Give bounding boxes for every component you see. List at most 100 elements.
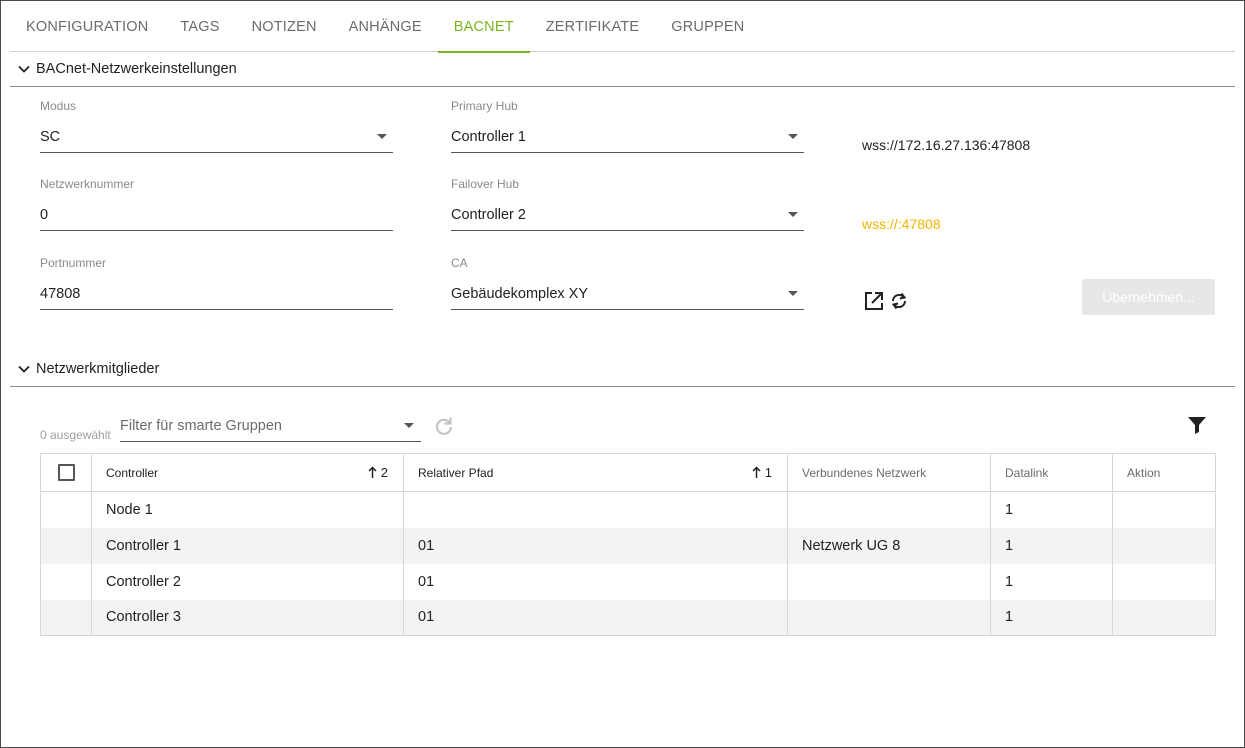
primary-hub-label: Primary Hub [451, 99, 518, 113]
ca-select[interactable]: Gebäudekomplex XY [451, 286, 804, 310]
sort-up-arrow-icon [368, 466, 377, 478]
netzwerknummer-label: Netzwerknummer [40, 177, 135, 191]
relative-path-cell: 01 [403, 599, 788, 636]
relative-path-cell: 01 [403, 527, 788, 564]
controller-cell: Node 1 [91, 491, 404, 528]
primary-hub-url: wss://172.16.27.136:47808 [862, 137, 1031, 153]
modus-select[interactable]: SC [40, 129, 393, 153]
table-row[interactable]: Controller 3 01 1 [40, 599, 1216, 636]
modus-value: SC [40, 129, 61, 145]
netzwerknummer-value: 0 [40, 207, 49, 223]
filter-icon[interactable] [1186, 414, 1208, 436]
column-connected-network[interactable]: Verbundenes Netzwerk [787, 453, 991, 492]
column-connected-network-label: Verbundenes Netzwerk [802, 465, 927, 480]
members-header[interactable]: Netzwerkmitglieder [10, 352, 1235, 387]
primary-hub-value: Controller 1 [451, 129, 526, 145]
tab-zertifikate[interactable]: ZERTIFIKATE [530, 0, 656, 52]
portnummer-field: Portnummer 47808 [40, 256, 393, 310]
members-title: Netzwerkmitglieder [36, 361, 160, 377]
controller-cell: Controller 3 [91, 599, 404, 636]
row-select-cell[interactable] [40, 491, 92, 528]
connected-network-cell [787, 563, 991, 600]
sort-indicator: 2 [368, 465, 388, 480]
ca-field: CA Gebäudekomplex XY [451, 256, 804, 310]
action-cell [1112, 563, 1216, 600]
table-row[interactable]: Controller 2 01 1 [40, 563, 1216, 600]
smart-group-filter-placeholder: Filter für smarte Gruppen [120, 418, 282, 434]
column-action: Aktion [1112, 453, 1216, 492]
primary-hub-field: Primary Hub Controller 1 [451, 99, 804, 153]
tab-tags[interactable]: TAGS [164, 0, 235, 52]
dropdown-arrow-icon [788, 212, 798, 217]
modus-label: Modus [40, 99, 77, 113]
column-relative-path-label: Relativer Pfad [418, 465, 494, 480]
row-select-cell[interactable] [40, 599, 92, 636]
refresh-icon[interactable] [433, 415, 455, 437]
sort-indicator: 1 [752, 465, 772, 480]
connected-network-cell [787, 599, 991, 636]
relative-path-cell [403, 491, 788, 528]
apply-button[interactable]: Übernehmen... [1082, 279, 1215, 315]
netzwerknummer-input[interactable]: 0 [40, 207, 393, 231]
column-action-label: Aktion [1127, 465, 1161, 480]
chevron-down-icon [13, 359, 35, 379]
failover-hub-label: Failover Hub [451, 177, 520, 191]
failover-hub-select[interactable]: Controller 2 [451, 207, 804, 231]
tab-notizen[interactable]: NOTIZEN [236, 0, 333, 52]
dropdown-arrow-icon [788, 291, 798, 296]
portnummer-label: Portnummer [40, 256, 107, 270]
ca-label: CA [451, 256, 468, 270]
controller-cell: Controller 2 [91, 563, 404, 600]
ca-value: Gebäudekomplex XY [451, 286, 589, 302]
column-controller[interactable]: Controller 2 [91, 453, 404, 492]
dropdown-arrow-icon [788, 134, 798, 139]
dropdown-arrow-icon [377, 134, 387, 139]
action-cell [1112, 599, 1216, 636]
tab-bacnet[interactable]: BACNET [437, 0, 530, 53]
column-relative-path[interactable]: Relativer Pfad 1 [403, 453, 788, 492]
open-external-icon[interactable] [863, 290, 885, 312]
row-select-cell[interactable] [40, 527, 92, 564]
sort-order-number: 1 [764, 465, 772, 480]
portnummer-value: 47808 [40, 286, 81, 302]
network-settings-title: BACnet-Netzwerkeinstellungen [36, 61, 237, 77]
controller-cell: Controller 1 [91, 527, 404, 564]
primary-hub-select[interactable]: Controller 1 [451, 129, 804, 153]
dropdown-arrow-icon [404, 423, 414, 428]
column-datalink-label: Datalink [1005, 465, 1049, 480]
failover-hub-field: Failover Hub Controller 2 [451, 177, 804, 231]
action-cell [1112, 527, 1216, 564]
tab-anhaenge[interactable]: ANHÄNGE [333, 0, 438, 52]
datalink-cell: 1 [990, 491, 1113, 528]
failover-hub-url: wss://:47808 [862, 216, 941, 232]
portnummer-input[interactable]: 47808 [40, 286, 393, 310]
select-all-header [40, 453, 92, 492]
tab-konfiguration[interactable]: KONFIGURATION [10, 0, 164, 52]
column-controller-label: Controller [106, 465, 159, 480]
relative-path-cell: 01 [403, 563, 788, 600]
datalink-cell: 1 [990, 599, 1113, 636]
sort-order-number: 2 [380, 465, 388, 480]
connected-network-cell [787, 491, 991, 528]
sort-up-arrow-icon [752, 466, 761, 478]
row-select-cell[interactable] [40, 563, 92, 600]
modus-field: Modus SC [40, 99, 393, 153]
sync-icon[interactable] [888, 290, 910, 312]
column-datalink[interactable]: Datalink [990, 453, 1113, 492]
action-cell [1112, 491, 1216, 528]
datalink-cell: 1 [990, 527, 1113, 564]
table-row[interactable]: Controller 1 01 Netzwerk UG 8 1 [40, 527, 1216, 564]
table-header-row: Controller 2 Relativer Pfad 1 Verbundene… [40, 453, 1216, 492]
members-table: Controller 2 Relativer Pfad 1 Verbundene… [40, 453, 1216, 636]
select-all-checkbox[interactable] [57, 464, 75, 481]
connected-network-cell: Netzwerk UG 8 [787, 527, 991, 564]
network-settings-header[interactable]: BACnet-Netzwerkeinstellungen [10, 52, 1235, 87]
netzwerknummer-field: Netzwerknummer 0 [40, 177, 393, 231]
tab-bar: KONFIGURATION TAGS NOTIZEN ANHÄNGE BACNE… [10, 0, 1235, 53]
tab-gruppen[interactable]: GRUPPEN [655, 0, 760, 52]
selected-count: 0 ausgewählt [40, 428, 111, 442]
table-row[interactable]: Node 1 1 [40, 491, 1216, 528]
failover-hub-value: Controller 2 [451, 207, 526, 223]
smart-group-filter-select[interactable]: Filter für smarte Gruppen [120, 416, 421, 442]
datalink-cell: 1 [990, 563, 1113, 600]
